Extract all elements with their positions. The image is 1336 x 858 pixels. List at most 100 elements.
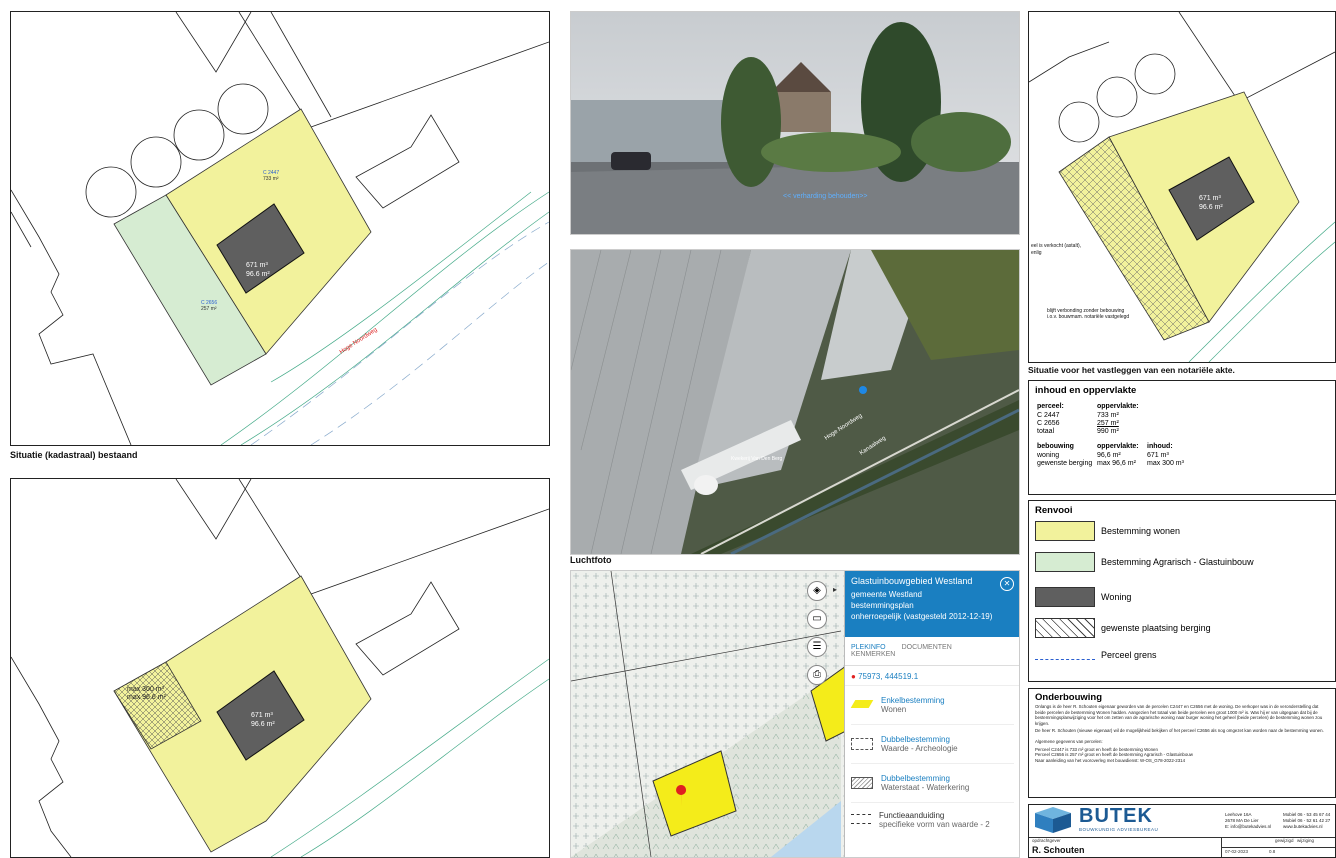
inhoud-panel: inhoud en oppervlakte perceel: oppervlakt…: [1028, 380, 1336, 495]
legend-item: Perceel grens: [1035, 649, 1157, 660]
perceel-cell: C 2447: [1037, 412, 1060, 419]
oppervlakte-cell: 96,6 m²: [1097, 452, 1121, 459]
map-info-line3: onherroepelijk (vastgesteld 2012-12-19): [851, 612, 993, 621]
tab-plekinfo[interactable]: PLEKINFO: [851, 644, 886, 651]
house-area-label: 96.6 m²: [251, 721, 275, 728]
coords-row: ● 75973, 444519.1: [845, 666, 1019, 686]
parcel-a-area: 733 m²: [263, 176, 279, 182]
location-pin-icon: ●: [851, 672, 856, 681]
plan-item-sub: Waarde - Archeologie: [881, 744, 958, 753]
plan-item-title: Enkelbestemming: [881, 696, 945, 705]
opdrachtgever-label: opdrachtgever: [1032, 838, 1061, 843]
inhoud-title: inhoud en oppervlakte: [1035, 385, 1137, 396]
street-photo-svg: << verharding behouden>>: [571, 12, 1019, 234]
wonen-swatch: [1035, 521, 1095, 541]
oppervlakte-cell: 990 m²: [1097, 428, 1119, 435]
house-area-label: 96.6 m²: [246, 271, 270, 278]
plan-item[interactable]: Dubbelbestemming Waarde - Archeologie: [851, 725, 1014, 764]
perceel-cell: totaal: [1037, 428, 1055, 435]
waterkering-swatch-icon: [851, 777, 873, 789]
wijziging-label: wijziging: [1297, 838, 1315, 843]
notary-note-2: enlig: [1031, 250, 1042, 256]
close-icon[interactable]: ✕: [1000, 577, 1014, 591]
layers-icon[interactable]: ◈: [807, 581, 827, 601]
perceel-cell: C 2656: [1037, 420, 1060, 427]
legend-label: Woning: [1101, 592, 1132, 602]
plan-item[interactable]: Dubbelbestemming Waterstaat - Waterkering: [851, 764, 1014, 803]
legend-label: gewenste plaatsing berging: [1101, 623, 1211, 633]
functie-swatch-icon: [851, 814, 871, 824]
perceel-grens-swatch: [1035, 659, 1095, 660]
butek-logo-icon: [1035, 807, 1071, 833]
street-photo: << verharding behouden>>: [570, 11, 1020, 235]
bebouwing-header: bebouwing: [1037, 443, 1074, 450]
agrarisch-swatch: [1035, 552, 1095, 572]
plan-item[interactable]: Functieaanduiding specifieke vorm van waa…: [851, 803, 1014, 837]
renvooi-panel: Renvooi Bestemming wonen Bestemming Agra…: [1028, 500, 1336, 682]
inhoud-header: inhoud:: [1147, 443, 1173, 450]
print-icon[interactable]: ⎙: [807, 665, 827, 685]
drawing-notary: 671 m³ 96.6 m² eel is verkocht (astalt),…: [1028, 11, 1336, 363]
plan-item[interactable]: Enkelbestemming Wonen: [850, 686, 1014, 725]
aerial-place-label: Kwekerij Van Den Berg: [731, 456, 783, 462]
notary-note-1: eel is verkocht (astalt),: [1031, 243, 1081, 249]
tab-documenten[interactable]: DOCUMENTEN: [902, 644, 952, 651]
perceel-header: perceel:: [1037, 403, 1064, 410]
road-label: Hoge Noordweg: [339, 327, 379, 356]
legend-item: gewenste plaatsing berging: [1035, 618, 1211, 638]
legend-label: Bestemming wonen: [1101, 526, 1181, 536]
aerial-photo-svg: Hoge Noordweg Kanaalweg Kwekerij Van Den…: [571, 250, 1019, 554]
aerial-marker-icon: [859, 386, 867, 394]
house-area-label: 96.6 m²: [1199, 204, 1223, 211]
berging-swatch: [1035, 618, 1095, 638]
title-block: BUTEK BOUWKUNDIG ADVIESBUREAU Leehove 16…: [1028, 804, 1336, 858]
legend-label: Perceel grens: [1101, 649, 1157, 660]
plan-item-sub: specifieke vorm van waarde - 2: [879, 820, 990, 829]
caption-existing: Situatie (kadastraal) bestaand: [10, 450, 138, 460]
caption-notary: Situatie voor het vastleggen van een not…: [1028, 365, 1235, 375]
house-volume-label: 671 m³: [251, 712, 273, 719]
plan-item-title: Dubbelbestemming: [881, 735, 950, 744]
house-volume-label: 671 m³: [1199, 195, 1221, 202]
shed-max-volume: max 300 m³: [127, 686, 165, 693]
panel-collapse-icon[interactable]: ▸: [833, 585, 837, 594]
house-volume-label: 671 m³: [246, 262, 268, 269]
inhoud-cell: 671 m³: [1147, 452, 1169, 459]
oppervlakte-cell: max 96,6 m²: [1097, 460, 1136, 467]
butek-logo: BUTEK BOUWKUNDIG ADVIESBUREAU: [1033, 805, 1219, 835]
aerial-photo: Hoge Noordweg Kanaalweg Kwekerij Van Den…: [570, 249, 1020, 555]
inhoud-table: perceel: oppervlakte: C 2447 733 m² C 2656…: [1037, 403, 1184, 467]
oppervlakte-header: oppervlakte:: [1097, 443, 1139, 450]
legend-item: Bestemming Agrarisch - Glastuinbouw: [1035, 552, 1254, 572]
street-annotation: << verharding behouden>>: [783, 193, 867, 200]
plan-item-sub: Waterstaat - Waterkering: [881, 783, 970, 792]
legend-label: Bestemming Agrarisch - Glastuinbouw: [1101, 557, 1254, 567]
map-info-tabs: PLEKINFO DOCUMENTEN KENMERKEN: [845, 637, 1019, 666]
renvooi-title: Renvooi: [1035, 505, 1073, 516]
drawing-proposed: max 300 m³ max 96.6 m² 671 m³ 96.6 m²: [10, 478, 550, 858]
drawing-proposed-svg: max 300 m³ max 96.6 m² 671 m³ 96.6 m²: [11, 479, 549, 857]
plan-item-list: Enkelbestemming Wonen Dubbelbestemming Waa…: [845, 686, 1019, 837]
onderbouwing-text: Naar aanleiding van het vooroverleg met …: [1035, 757, 1186, 763]
oppervlakte-header: oppervlakte:: [1097, 403, 1139, 410]
ruler-icon[interactable]: ▭: [807, 609, 827, 629]
parcel-b-area: 257 m²: [201, 306, 217, 312]
caption-aerial: Luchtfoto: [570, 555, 612, 565]
onderbouwing-text: Onlangs is de heer R. Schouten eigenaar …: [1035, 704, 1323, 726]
client-name: R. Schouten: [1032, 845, 1085, 855]
brand-tagline: BOUWKUNDIG ADVIESBUREAU: [1079, 827, 1159, 832]
onderbouwing-text: Algemene gegevens van percelen:: [1035, 738, 1103, 744]
onderbouwing-title: Onderbouwing: [1035, 692, 1103, 703]
woning-swatch: [1035, 587, 1095, 607]
map-info-line1: gemeente Westland: [851, 590, 923, 599]
plan-map: ◈ ▭ ☰ ⎙ ▸ Glastuinbouwgebied Westland ge…: [570, 570, 1020, 858]
onderbouwing-text: De heer R. Schouten (nieuwe eigenaar) wi…: [1035, 728, 1324, 734]
legend-item: Bestemming wonen: [1035, 521, 1180, 541]
tab-kenmerken[interactable]: KENMERKEN: [851, 651, 895, 658]
drawing-existing-svg: 671 m³ 96.6 m² C 2447 733 m² C 2656 257 …: [11, 12, 549, 445]
brand-name: BUTEK: [1079, 805, 1153, 827]
map-tools: ◈ ▭ ☰ ⎙: [807, 581, 829, 685]
drawing-notary-svg: 671 m³ 96.6 m² eel is verkocht (astalt),…: [1029, 12, 1335, 362]
website-line: www.butekadvies.nl: [1283, 824, 1323, 829]
list-icon[interactable]: ☰: [807, 637, 827, 657]
